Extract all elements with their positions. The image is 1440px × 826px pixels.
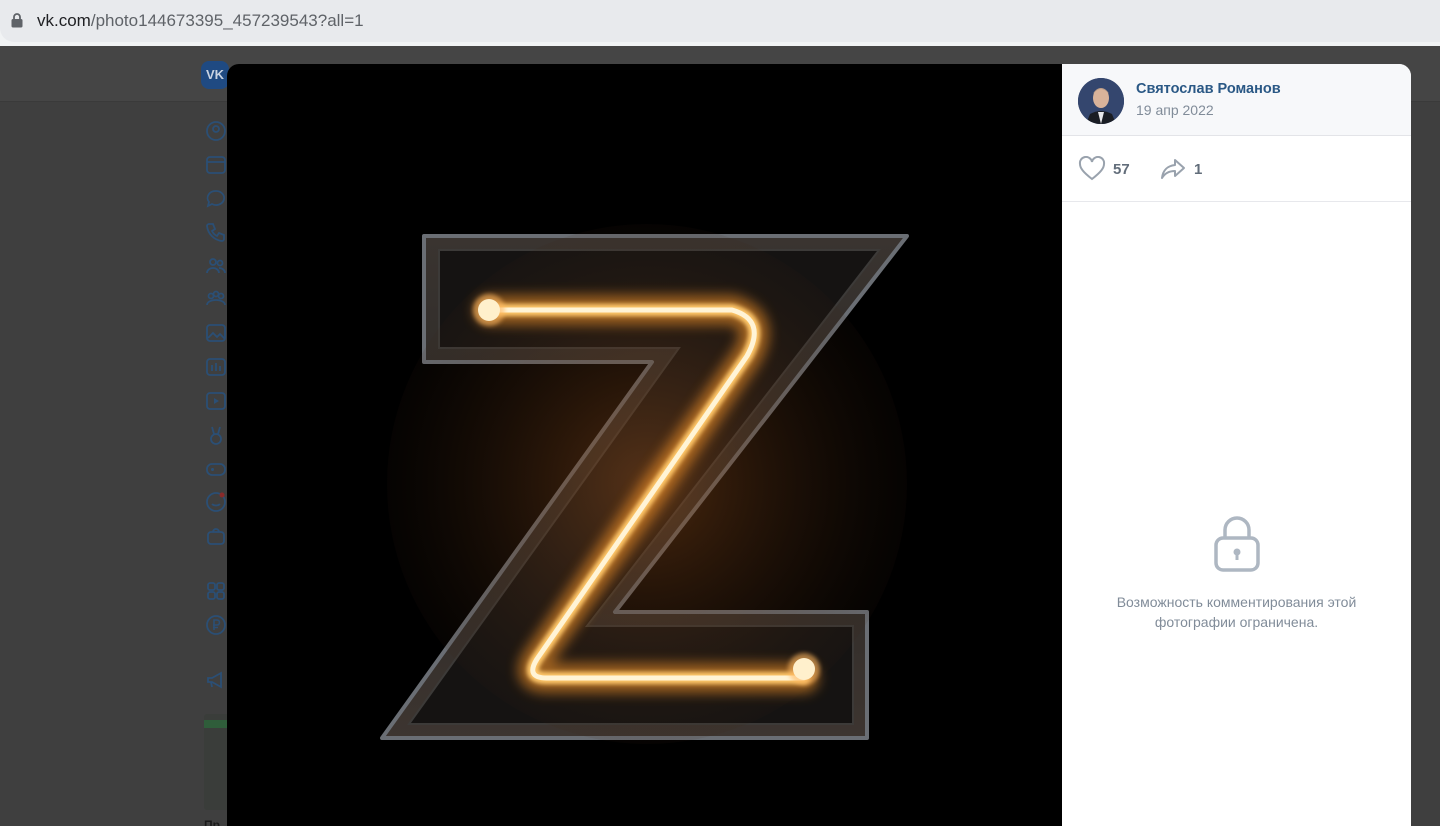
padlock-icon — [1213, 516, 1260, 572]
vk-pay-icon[interactable] — [205, 614, 227, 636]
author-name-link[interactable]: Святослав Романов — [1136, 81, 1281, 97]
url-text[interactable]: vk.com/photo144673395_457239543?all=1 — [37, 11, 364, 31]
profile-icon[interactable] — [205, 120, 227, 142]
share-icon — [1161, 159, 1185, 179]
neon-letter-z-image — [380, 224, 909, 744]
video-icon[interactable] — [205, 390, 227, 412]
calls-icon[interactable] — [205, 221, 227, 243]
photo-area[interactable] — [227, 64, 1062, 826]
like-count: 57 — [1113, 160, 1130, 178]
photo-info-panel: Святослав Романов 19 апр 2022 57 1 Возмо… — [1062, 64, 1411, 826]
lock-icon — [11, 13, 23, 28]
author-block: Святослав Романов 19 апр 2022 — [1062, 64, 1411, 136]
photo-viewer: Святослав Романов 19 апр 2022 57 1 Возмо… — [227, 64, 1411, 826]
like-button[interactable]: 57 — [1078, 156, 1130, 182]
avatar-image — [1078, 78, 1124, 124]
url-path: /photo144673395_457239543?all=1 — [90, 11, 364, 30]
url-host: vk.com — [37, 11, 91, 30]
games-icon[interactable] — [205, 458, 227, 480]
messenger-icon[interactable] — [205, 188, 227, 210]
photos-icon[interactable] — [205, 322, 227, 344]
market-icon[interactable] — [205, 525, 227, 547]
url-bar[interactable]: vk.com/photo144673395_457239543?all=1 — [0, 0, 1440, 42]
stickers-icon[interactable] — [205, 491, 227, 513]
vk-logo[interactable]: VK — [201, 61, 229, 89]
services-icon[interactable] — [205, 580, 227, 602]
friends-icon[interactable] — [205, 255, 227, 277]
clips-icon[interactable] — [205, 424, 227, 446]
share-count: 1 — [1194, 160, 1203, 178]
music-icon[interactable] — [205, 356, 227, 378]
photo-actions: 57 1 — [1062, 136, 1411, 202]
news-icon[interactable] — [205, 154, 227, 176]
comments-closed-text: Возможность комментирования этой фотогра… — [1116, 594, 1357, 630]
share-button[interactable]: 1 — [1159, 156, 1202, 182]
comments-closed-notice: Возможность комментирования этой фотогра… — [1062, 514, 1411, 632]
avatar[interactable] — [1078, 78, 1124, 124]
ads-icon[interactable] — [205, 669, 227, 691]
post-date[interactable]: 19 апр 2022 — [1136, 102, 1214, 118]
heart-icon — [1078, 156, 1106, 181]
communities-icon[interactable] — [205, 288, 227, 310]
browser-address-bar: vk.com/photo144673395_457239543?all=1 — [0, 0, 1440, 46]
